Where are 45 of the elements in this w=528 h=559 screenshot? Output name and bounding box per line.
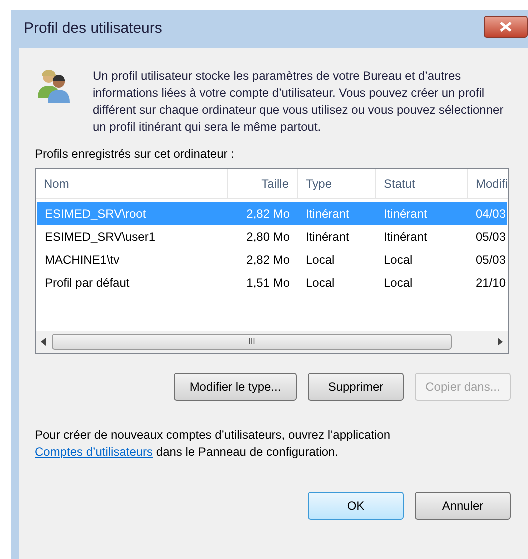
profile-row[interactable]: MACHINE1\tv 2,82 Mo Local Local 05/03: [37, 248, 507, 271]
window-title: Profil des utilisateurs: [24, 18, 162, 39]
scroll-left-icon: [40, 338, 48, 346]
table-cell-text: 05/03: [475, 252, 508, 268]
table-cell-text: Itinérant: [383, 228, 428, 246]
table-cell-text: Profil par défaut: [44, 274, 131, 292]
profile-row[interactable]: ESIMED_SRV\user1 2,80 Mo Itinérant Itinérant 05/03: [37, 225, 507, 248]
action-button[interactable]: Supprimer: [308, 373, 404, 401]
table-cell-text: 2,82 Mo: [246, 206, 291, 222]
list-label: Profils enregistrés sur cet ordinateur :: [35, 146, 236, 162]
profile-row[interactable]: Profil par défaut 1,51 Mo Local Local 21/10: [37, 271, 507, 294]
table-cell-text: Local: [383, 252, 414, 268]
table-cell-text: ESIMED_SRV\root: [44, 206, 148, 222]
users-icon: [37, 68, 73, 104]
scroll-right-icon: [496, 338, 504, 346]
column-header[interactable]: Modifi: [468, 169, 508, 198]
table-cell-text: Local: [305, 274, 336, 292]
column-header[interactable]: Nom: [36, 169, 228, 198]
action-button[interactable]: Modifier le type...: [174, 373, 297, 401]
table-cell-text: Itinérant: [383, 206, 428, 222]
scrollbar-thumb[interactable]: III: [52, 334, 452, 350]
dialog-button[interactable]: OK: [308, 492, 404, 520]
table-cell-text: 2,80 Mo: [246, 228, 291, 246]
column-header[interactable]: Taille: [228, 169, 298, 198]
table-cell-text: Itinérant: [305, 228, 350, 246]
column-header[interactable]: Statut: [376, 169, 468, 198]
table-cell-text: ESIMED_SRV\user1: [44, 228, 156, 246]
horizontal-scrollbar[interactable]: III: [36, 331, 508, 353]
grip-text: III: [248, 338, 256, 346]
accounts-link[interactable]: Comptes d’utilisateurs: [35, 445, 154, 459]
table-cell-text: 2,82 Mo: [246, 252, 291, 268]
close-icon: [500, 22, 512, 32]
table-cell-text: 21/10: [475, 274, 508, 292]
dialog-button[interactable]: Annuler: [415, 492, 511, 520]
close-button[interactable]: [484, 16, 528, 38]
table-cell-text: 1,51 Mo: [246, 274, 291, 292]
table-cell-text: 05/03: [475, 228, 508, 246]
table-cell-text: Local: [305, 252, 336, 268]
footer-text: Pour créer de nouveaux comptes d’utilisateurs, ouvrez l’application Comptes d’utilisateurs dans le Panneau de configuration.: [35, 427, 392, 461]
description-text: Un profil utilisateur stocke les paramètres de votre Bureau et d’autres informations liées à votre compte d’utilisateur. Vous pouvez créer un profil différent sur chaque ordinateur que vous utilisez ou vous pouvez sélectionner un profil itinérant qui sera le même partout.: [93, 68, 505, 136]
table-cell-text: 04/03: [475, 206, 508, 222]
table-cell-text: Itinérant: [305, 206, 350, 222]
table-cell-text: MACHINE1\tv: [44, 252, 121, 268]
table-cell-text: Local: [383, 274, 414, 292]
column-header[interactable]: Type: [298, 169, 376, 198]
